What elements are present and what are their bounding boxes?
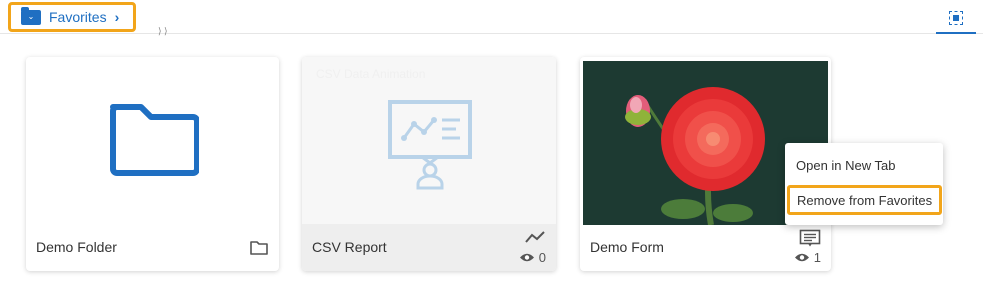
context-menu: Open in New Tab Remove from Favorites — [785, 143, 943, 225]
view-count: 1 — [794, 250, 821, 265]
menu-item-open-new-tab[interactable]: Open in New Tab — [785, 158, 943, 173]
eye-icon — [519, 253, 534, 262]
preview-ghost-text: CSV Data Animation — [316, 67, 426, 81]
top-bar: ⌄ Favorites › ⟩ ⟩ — [0, 0, 983, 36]
eye-icon — [794, 253, 809, 262]
layout-toggle-button[interactable] — [936, 4, 976, 34]
card-title: Demo Folder — [36, 239, 117, 255]
card-title: CSV Report — [312, 239, 387, 255]
view-count-value: 0 — [538, 250, 546, 265]
folder-icon — [250, 241, 268, 255]
ghost-breadcrumb: ⟩ ⟩ — [158, 26, 168, 36]
folder-icon: ⌄ — [21, 6, 41, 25]
breadcrumb-favorites[interactable]: ⌄ Favorites › — [8, 2, 136, 32]
card-footer: Demo Form 1 — [580, 224, 831, 271]
folder-large-icon — [110, 104, 199, 176]
card-csv-report[interactable]: CSV Data Animation CSV Report 0 — [302, 57, 556, 271]
dashboard-presentation-icon — [388, 100, 472, 190]
card-footer: Demo Folder — [26, 224, 279, 271]
trend-line-icon — [525, 231, 545, 243]
chevron-right-icon: › — [114, 9, 120, 25]
view-count-value: 1 — [813, 250, 821, 265]
card-title: Demo Form — [590, 239, 664, 255]
menu-item-remove-from-favorites[interactable]: Remove from Favorites — [787, 185, 942, 215]
form-icon — [799, 229, 821, 247]
card-demo-folder[interactable]: Demo Folder — [26, 57, 279, 271]
card-preview: CSV Data Animation — [302, 57, 556, 224]
breadcrumb-label: Favorites — [49, 9, 107, 25]
view-count: 0 — [519, 250, 546, 265]
card-footer: CSV Report 0 — [302, 224, 556, 271]
card-preview — [26, 57, 279, 224]
grid-view-icon — [949, 11, 963, 25]
